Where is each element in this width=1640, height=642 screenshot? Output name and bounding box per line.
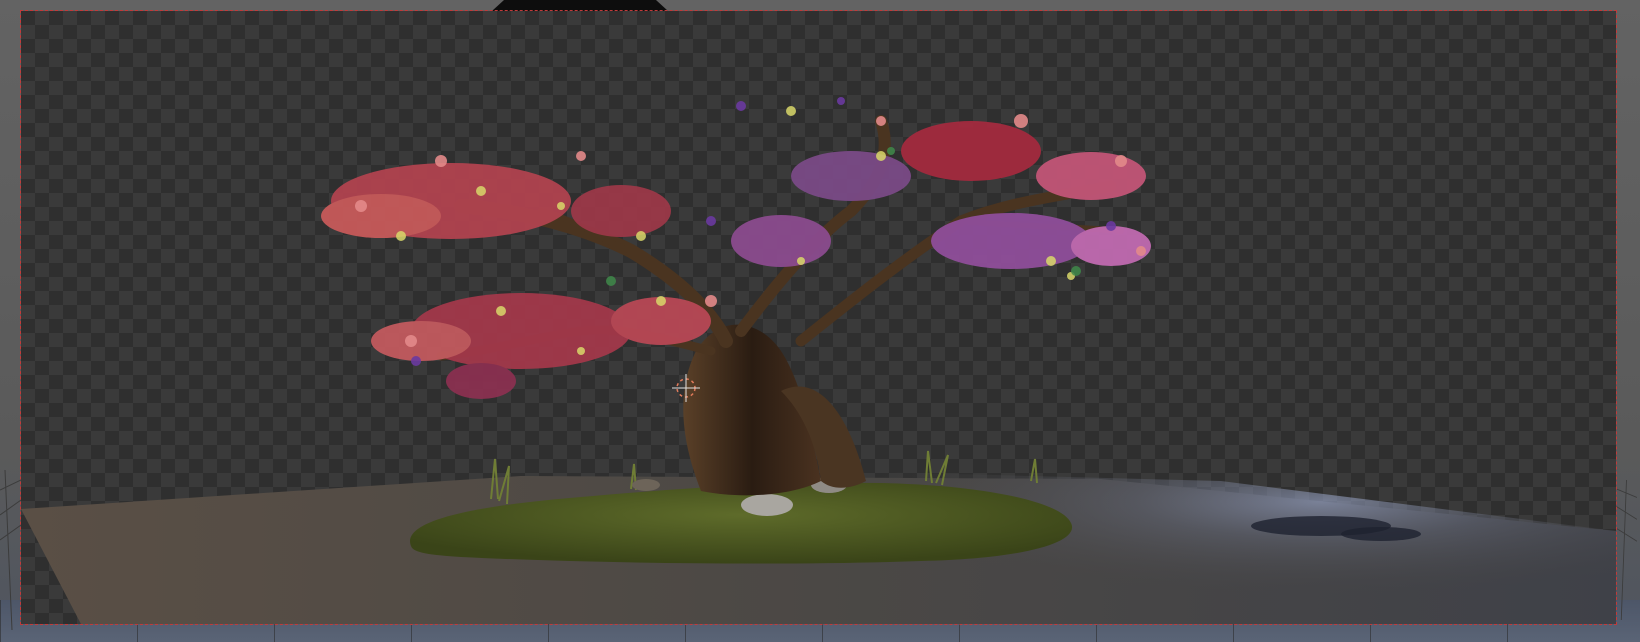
viewport-grid-left xyxy=(0,470,21,630)
camera-frame-handle[interactable] xyxy=(492,0,668,11)
camera-frame[interactable] xyxy=(20,10,1617,625)
viewport-grid-right xyxy=(1616,479,1637,621)
render-preview xyxy=(21,97,1616,624)
